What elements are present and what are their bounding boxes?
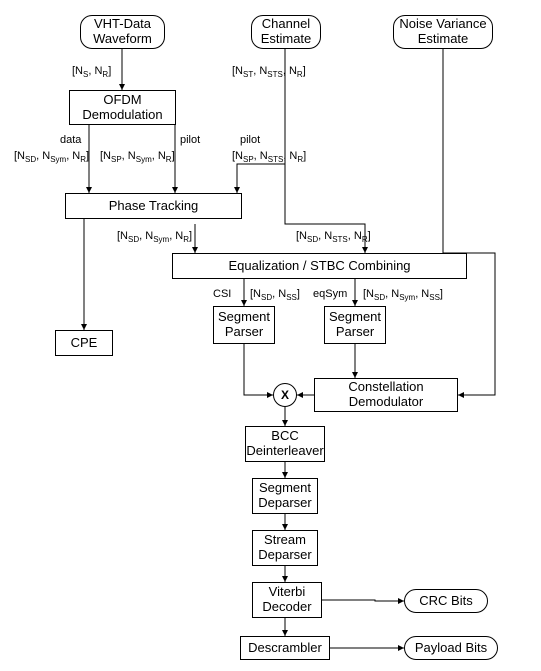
- block-bcc-deinterleaver: BCCDeinterleaver: [245, 426, 325, 462]
- label-pilot-1: pilot: [180, 134, 200, 146]
- block-segment-parser-csi: SegmentParser: [213, 306, 275, 344]
- output-cpe: CPE: [55, 330, 113, 356]
- block-constellation-demod: ConstellationDemodulator: [314, 378, 458, 412]
- combiner-node: X: [273, 383, 297, 407]
- block-ofdm-demod: OFDMDemodulation: [69, 90, 176, 125]
- block-segment-parser-eqsym: SegmentParser: [324, 306, 386, 344]
- output-crc-bits: CRC Bits: [404, 589, 488, 613]
- label-eqsym: eqSym: [313, 288, 347, 300]
- label-nsd-nsts-nr: [NSD, NSTS, NR]: [296, 230, 371, 242]
- label-nsd-nsym-nr-2: [NSD, NSym, NR]: [117, 230, 192, 242]
- block-stream-deparser: StreamDeparser: [252, 530, 318, 566]
- diagram-canvas: VHT-DataWaveform ChannelEstimate Noise V…: [0, 0, 541, 671]
- block-segment-deparser: SegmentDeparser: [252, 478, 318, 514]
- input-vht-data: VHT-DataWaveform: [80, 15, 165, 49]
- label-data: data: [60, 134, 81, 146]
- label-nsp-nsym-nr: [NSP, NSym, NR]: [100, 150, 175, 162]
- label-pilot-2: pilot: [240, 134, 260, 146]
- output-payload-bits: Payload Bits: [404, 636, 498, 660]
- input-noise-variance: Noise VarianceEstimate: [393, 15, 493, 49]
- label-nsd-nss: [NSD, NSS]: [250, 288, 300, 300]
- label-nst-nsts-nr: [NST, NSTS, NR]: [232, 65, 306, 77]
- label-nsp-nsts-nr: [NSP, NSTS, NR]: [232, 150, 306, 162]
- label-csi: CSI: [213, 288, 231, 300]
- block-descrambler: Descrambler: [240, 636, 330, 660]
- label-nsd-nsym-nr-1: [NSD, NSym, NR]: [14, 150, 89, 162]
- block-viterbi-decoder: ViterbiDecoder: [252, 582, 322, 618]
- block-equalization: Equalization / STBC Combining: [172, 253, 467, 279]
- label-nsd-nsym-nss: [NSD, NSym, NSS]: [363, 288, 443, 300]
- label-ns-nr: [NS, NR]: [72, 65, 111, 77]
- input-channel-estimate: ChannelEstimate: [251, 15, 321, 49]
- block-phase-tracking: Phase Tracking: [65, 193, 242, 219]
